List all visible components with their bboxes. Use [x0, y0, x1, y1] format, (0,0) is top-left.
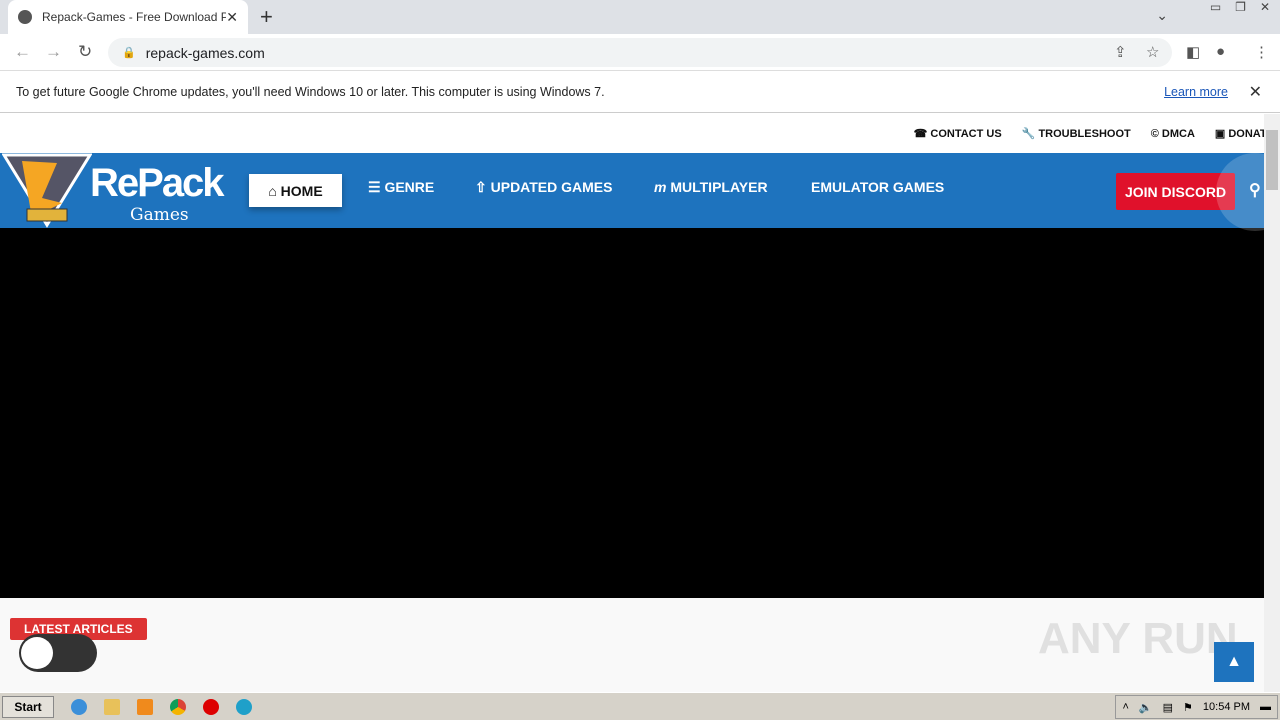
opera-icon[interactable] [203, 698, 219, 715]
minimize-button[interactable]: ▭ [1210, 0, 1221, 14]
bookmark-star-icon[interactable]: ☆ [1146, 43, 1159, 61]
link-label: DONATE [1228, 128, 1264, 140]
watermark: ANY RUN [1038, 614, 1238, 663]
network-icon[interactable]: ▤ [1163, 701, 1173, 714]
dmca-link[interactable]: © DMCA [1151, 128, 1195, 140]
nav-label: GENRE [384, 179, 435, 195]
close-tab-icon[interactable]: ✕ [226, 9, 238, 26]
menu-icon[interactable]: ⋮ [1254, 43, 1269, 61]
tab-title: Repack-Games - Free Download PC Games [42, 10, 227, 24]
system-tray: ˄ 🔈 ▤ ⚑ 10:54 PM ▬ [1115, 695, 1278, 719]
browser-tab[interactable]: Repack-Games - Free Download PC Games ✕ [8, 0, 248, 34]
close-icon[interactable]: ✕ [1249, 82, 1262, 102]
start-label: Start [14, 699, 42, 714]
chrome-icon[interactable] [170, 698, 186, 715]
nav-label: UPDATED GAMES [490, 179, 613, 195]
home-icon: ⌂ [268, 182, 281, 199]
nav-updated-games[interactable]: ⇧ UPDATED GAMES [475, 179, 612, 196]
nav-home[interactable]: ⌂ HOME [249, 174, 342, 207]
volume-icon[interactable]: 🔈 [1139, 701, 1153, 714]
reload-icon[interactable]: ↻ [78, 42, 92, 62]
infobar-message: To get future Google Chrome updates, you… [16, 84, 605, 99]
start-button[interactable]: Start [2, 695, 54, 718]
logo-subtext: Games [130, 205, 189, 225]
new-tab-button[interactable]: + [260, 4, 273, 30]
taskbar: Start ˄ 🔈 ▤ ⚑ 10:54 PM ▬ [0, 692, 1280, 720]
scroll-to-top-button[interactable]: ▲ [1214, 642, 1254, 682]
url-text: repack-games.com [145, 44, 265, 61]
link-label: CONTACT US [930, 128, 1002, 140]
tab-strip: Repack-Games - Free Download PC Games ✕ … [0, 0, 1280, 34]
site-logo[interactable]: RePack Games [2, 153, 225, 228]
troubleshoot-link[interactable]: 🔧 TROUBLESHOOT [1022, 127, 1131, 140]
nav-multiplayer[interactable]: m MULTIPLAYER [654, 179, 768, 195]
search-icon[interactable]: ⚲ [1249, 180, 1261, 200]
web-page: ☎ CONTACT US 🔧 TROUBLESHOOT © DMCA ▣ DON… [0, 114, 1264, 692]
dark-mode-toggle[interactable] [19, 634, 97, 672]
nav-label: HOME [280, 182, 323, 199]
globe-icon [18, 10, 32, 24]
media-player-icon[interactable] [137, 698, 153, 715]
list-icon: ☰ [368, 179, 385, 195]
multiplayer-icon: m [654, 179, 667, 195]
top-links: ☎ CONTACT US 🔧 TROUBLESHOOT © DMCA ▣ DON… [0, 114, 1264, 153]
contact-us-link[interactable]: ☎ CONTACT US [914, 127, 1002, 140]
close-window-button[interactable]: ✕ [1260, 0, 1270, 14]
lock-icon: 🔒 [122, 47, 136, 59]
link-label: DMCA [1161, 127, 1195, 140]
logo-emblem [2, 153, 92, 228]
edge-icon[interactable] [236, 698, 252, 715]
scrollbar[interactable] [1264, 114, 1280, 692]
profile-icon[interactable]: ● [1216, 43, 1225, 60]
show-hidden-icons[interactable]: ˄ [1122, 701, 1128, 713]
nav-label: MULTIPLAYER [670, 179, 768, 195]
tab-search-icon[interactable]: ⌄ [1156, 7, 1168, 24]
ie-icon[interactable] [71, 698, 87, 715]
chevron-up-icon: ▲ [1226, 653, 1242, 670]
clock[interactable]: 10:54 PM [1203, 701, 1250, 713]
forward-icon[interactable]: → [45, 42, 62, 62]
address-bar[interactable]: 🔒 repack-games.com [108, 38, 1172, 67]
scrollbar-thumb[interactable] [1266, 130, 1278, 190]
main-nav: RePack Games ⌂ HOME ☰ GENRE ⇧ UPDATED GA… [0, 153, 1264, 231]
upload-icon: ⇧ [475, 179, 491, 195]
nav-genre[interactable]: ☰ GENRE [368, 179, 434, 196]
nav-emulator-games[interactable]: EMULATOR GAMES [811, 179, 944, 195]
donate-link[interactable]: ▣ DONATE [1215, 127, 1264, 140]
toggle-knob [21, 637, 53, 669]
link-label: TROUBLESHOOT [1038, 128, 1131, 140]
share-icon[interactable]: ⇪ [1114, 43, 1127, 61]
flag-icon[interactable]: ⚑ [1183, 701, 1193, 714]
logo-text: RePack [90, 161, 225, 205]
folder-icon[interactable] [104, 698, 120, 715]
restore-button[interactable]: ❐ [1235, 0, 1246, 14]
back-icon[interactable]: ← [14, 42, 31, 62]
browser-toolbar: ← → ↻ 🔒 repack-games.com ⇪ ☆ ◧ ● ⋮ [0, 34, 1280, 71]
show-desktop-icon[interactable]: ▬ [1260, 701, 1271, 713]
learn-more-link[interactable]: Learn more [1164, 85, 1228, 99]
side-panel-icon[interactable]: ◧ [1186, 43, 1200, 61]
update-infobar: To get future Google Chrome updates, you… [0, 71, 1280, 113]
video-area[interactable] [0, 228, 1264, 598]
